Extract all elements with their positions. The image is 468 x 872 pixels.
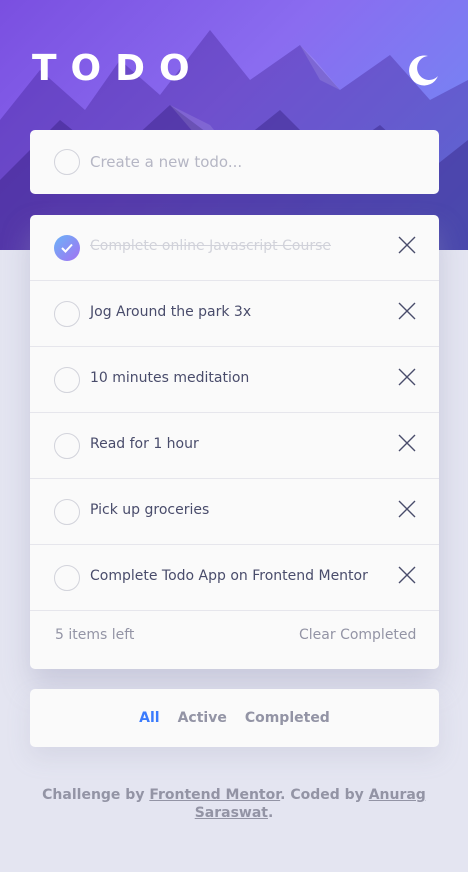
close-icon[interactable] bbox=[398, 566, 416, 584]
todo-text: 10 minutes meditation bbox=[90, 370, 250, 386]
close-icon[interactable] bbox=[398, 434, 416, 452]
todo-checkbox[interactable] bbox=[54, 301, 80, 327]
todo-item[interactable]: Complete online Javascript Course bbox=[30, 215, 439, 281]
close-icon[interactable] bbox=[398, 302, 416, 320]
header-background bbox=[0, 0, 468, 250]
list-footer: 5 items left Clear Completed bbox=[30, 611, 439, 669]
todo-item[interactable]: 10 minutes meditation bbox=[30, 347, 439, 413]
close-icon[interactable] bbox=[398, 500, 416, 518]
new-todo-card bbox=[30, 130, 439, 194]
todo-list: Complete online Javascript Course Jog Ar… bbox=[30, 215, 439, 669]
filter-all[interactable]: All bbox=[139, 710, 159, 726]
todo-text: Read for 1 hour bbox=[90, 436, 199, 452]
todo-text: Complete online Javascript Course bbox=[90, 238, 331, 254]
filter-bar: All Active Completed bbox=[30, 689, 439, 747]
frontend-mentor-link[interactable]: Frontend Mentor bbox=[149, 787, 280, 803]
attribution-prefix: Challenge by bbox=[42, 787, 150, 803]
todo-checkbox[interactable] bbox=[54, 433, 80, 459]
todo-item[interactable]: Complete Todo App on Frontend Mentor bbox=[30, 545, 439, 611]
new-todo-checkbox[interactable] bbox=[54, 149, 80, 175]
items-left-count: 5 items left bbox=[55, 627, 135, 643]
todo-text: Jog Around the park 3x bbox=[90, 304, 252, 320]
close-icon[interactable] bbox=[398, 368, 416, 386]
todo-text: Complete Todo App on Frontend Mentor bbox=[90, 568, 368, 584]
filter-completed[interactable]: Completed bbox=[245, 710, 330, 726]
todo-text: Pick up groceries bbox=[90, 502, 210, 518]
todo-checkbox[interactable] bbox=[54, 499, 80, 525]
clear-completed-button[interactable]: Clear Completed bbox=[299, 627, 416, 643]
close-icon[interactable] bbox=[398, 236, 416, 254]
attribution: Challenge by Frontend Mentor. Coded by A… bbox=[40, 786, 428, 822]
filter-active[interactable]: Active bbox=[178, 710, 227, 726]
new-todo-input[interactable] bbox=[90, 148, 420, 176]
todo-item[interactable]: Pick up groceries bbox=[30, 479, 439, 545]
todo-item[interactable]: Jog Around the park 3x bbox=[30, 281, 439, 347]
todo-item[interactable]: Read for 1 hour bbox=[30, 413, 439, 479]
app-title: TODO bbox=[32, 48, 204, 89]
attribution-suffix: . bbox=[267, 805, 274, 821]
todo-checkbox[interactable] bbox=[54, 367, 80, 393]
todo-checkbox[interactable] bbox=[54, 565, 80, 591]
mountain-image bbox=[0, 30, 468, 250]
checked-checkbox-icon[interactable] bbox=[54, 235, 80, 261]
attribution-middle: . Coded by bbox=[280, 787, 369, 803]
moon-icon[interactable] bbox=[404, 52, 440, 88]
